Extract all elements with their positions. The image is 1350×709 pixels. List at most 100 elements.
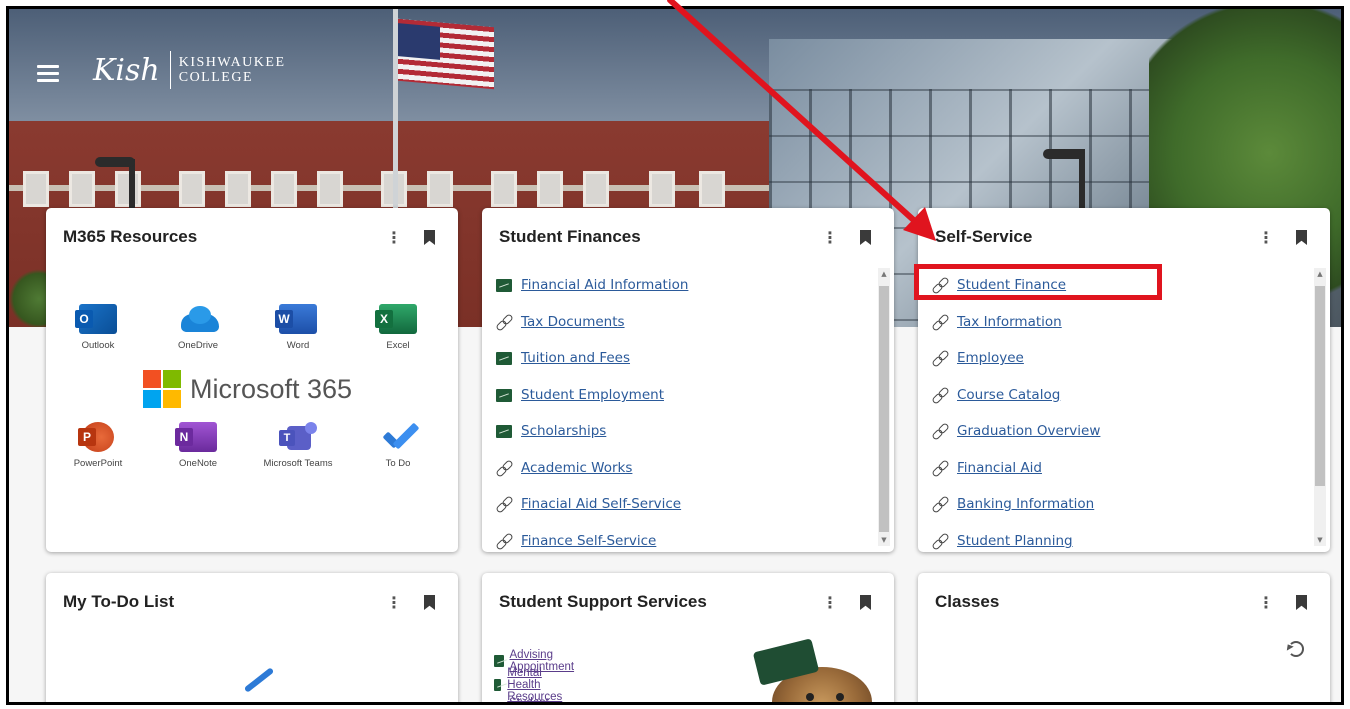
link-academic-works[interactable]: Academic Works [521,460,632,476]
todo-check-icon [224,673,268,697]
link-icon [932,460,948,476]
link-tuition-and-fees[interactable]: Tuition and Fees [521,350,630,366]
list-item[interactable]: Scholarships [496,420,606,442]
app-outlook[interactable]: O Outlook [63,304,133,351]
app-teams[interactable]: T Microsoft Teams [263,422,333,469]
link-icon [932,496,948,512]
powerpoint-icon: P [78,422,114,452]
app-onenote[interactable]: N OneNote [163,422,233,469]
kish-icon [494,679,502,691]
logo-line-1: KISHWAUKEE [178,55,286,70]
link-icon [932,423,948,439]
link-tax-information[interactable]: Tax Information [957,314,1062,330]
list-item[interactable]: Mental Health Resources [494,667,570,702]
list-item[interactable]: Tax Information [932,311,1062,333]
more-options-icon[interactable]: ⋮ [1258,228,1274,247]
link-student-employment[interactable]: Student Employment [521,387,664,403]
link-financial-aid[interactable]: Financial Aid [957,460,1042,476]
excel-icon: X [375,304,417,334]
list-item[interactable]: Academic Works [496,457,632,479]
list-item[interactable]: Employee [932,347,1024,369]
link-graduation-overview[interactable]: Graduation Overview [957,423,1100,439]
scroll-up-arrow-icon[interactable]: ▲ [878,268,890,280]
link-student-finance[interactable]: Student Finance [957,277,1066,293]
bookmark-icon[interactable] [424,595,435,610]
more-options-icon[interactable]: ⋮ [822,228,838,247]
list-item[interactable]: Course Catalog [932,384,1060,406]
link-icon [496,533,512,549]
word-icon: W [275,304,317,334]
more-options-icon[interactable]: ⋮ [1258,593,1274,612]
card-self-service: Self-Service ⋮ Student Finance Tax Infor… [918,208,1330,552]
more-options-icon[interactable]: ⋮ [386,228,402,247]
bookmark-icon[interactable] [860,595,871,610]
card-m365-resources: M365 Resources ⋮ O Outlook OneDrive W Wo… [46,208,458,552]
list-item[interactable]: Student Planning [932,530,1073,552]
list-item[interactable]: Financial Aid Information [496,274,688,296]
screenshot-frame: Kish KISHWAUKEE COLLEGE M365 Resources ⋮… [6,6,1344,705]
link-course-catalog[interactable]: Course Catalog [957,387,1060,403]
link-banking-information[interactable]: Banking Information [957,496,1094,512]
link-student-handbook[interactable]: Student Handbook [509,697,567,702]
list-item[interactable]: Graduation Overview [932,420,1100,442]
mascot-image [750,638,872,702]
app-powerpoint[interactable]: P PowerPoint [63,422,133,469]
refresh-icon[interactable] [1288,641,1304,657]
scroll-down-arrow-icon[interactable]: ▼ [1314,534,1326,546]
logo-script: Kish [93,52,160,88]
scrollbar[interactable]: ▲ ▼ [878,268,890,546]
scroll-up-arrow-icon[interactable]: ▲ [1314,268,1326,280]
list-item[interactable]: Tuition and Fees [496,347,630,369]
list-item[interactable]: Tax Documents [496,311,625,333]
card-student-support-services: Student Support Services ⋮ Advising Appo… [482,573,894,702]
scrollbar[interactable]: ▲ ▼ [1314,268,1326,546]
card-my-todo-list: My To-Do List ⋮ [46,573,458,702]
link-icon [932,387,948,403]
app-word[interactable]: W Word [263,304,333,351]
list-item[interactable]: Financial Aid [932,457,1042,479]
link-icon [932,350,948,366]
card-student-finances: Student Finances ⋮ Financial Aid Informa… [482,208,894,552]
scroll-thumb[interactable] [879,286,889,532]
link-icon [496,460,512,476]
todo-icon [379,422,420,452]
menu-icon[interactable] [37,65,59,83]
bookmark-icon[interactable] [860,230,871,245]
bookmark-icon[interactable] [1296,595,1307,610]
more-options-icon[interactable]: ⋮ [822,593,838,612]
link-financial-aid-self-service[interactable]: Finacial Aid Self-Service [521,496,681,512]
microsoft-logo-icon [143,370,181,408]
college-logo[interactable]: Kish KISHWAUKEE COLLEGE [93,51,286,89]
link-financial-aid-information[interactable]: Financial Aid Information [521,277,688,293]
app-excel[interactable]: X Excel [363,304,433,351]
link-tax-documents[interactable]: Tax Documents [521,314,625,330]
link-scholarships[interactable]: Scholarships [521,423,606,439]
card-title: Classes [935,592,1000,611]
scroll-down-arrow-icon[interactable]: ▼ [878,534,890,546]
link-employee[interactable]: Employee [957,350,1024,366]
kish-icon [496,351,512,365]
outlook-icon: O [75,304,117,334]
link-student-planning[interactable]: Student Planning [957,533,1073,549]
list-item[interactable]: Finance Self-Service [496,530,656,552]
list-item[interactable]: Student Employment [496,384,664,406]
app-onedrive[interactable]: OneDrive [163,304,233,351]
list-item[interactable]: Finacial Aid Self-Service [496,493,681,515]
logo-line-2: COLLEGE [178,70,253,85]
app-todo[interactable]: To Do [363,422,433,469]
bookmark-icon[interactable] [1296,230,1307,245]
card-title: Student Finances [499,227,641,246]
kish-icon [496,388,512,402]
scroll-thumb[interactable] [1315,286,1325,486]
kish-icon [496,424,512,438]
more-options-icon[interactable]: ⋮ [386,593,402,612]
bookmark-icon[interactable] [424,230,435,245]
list-item[interactable]: Banking Information [932,493,1094,515]
link-icon [496,496,512,512]
kish-icon [496,278,512,292]
list-item[interactable]: Student Finance [932,274,1066,296]
list-item[interactable]: Student Handbook [494,697,567,702]
m365-launcher: O Outlook OneDrive W Word X Excel Micros… [63,304,443,504]
link-finance-self-service[interactable]: Finance Self-Service [521,533,656,549]
card-classes: Classes ⋮ [918,573,1330,702]
